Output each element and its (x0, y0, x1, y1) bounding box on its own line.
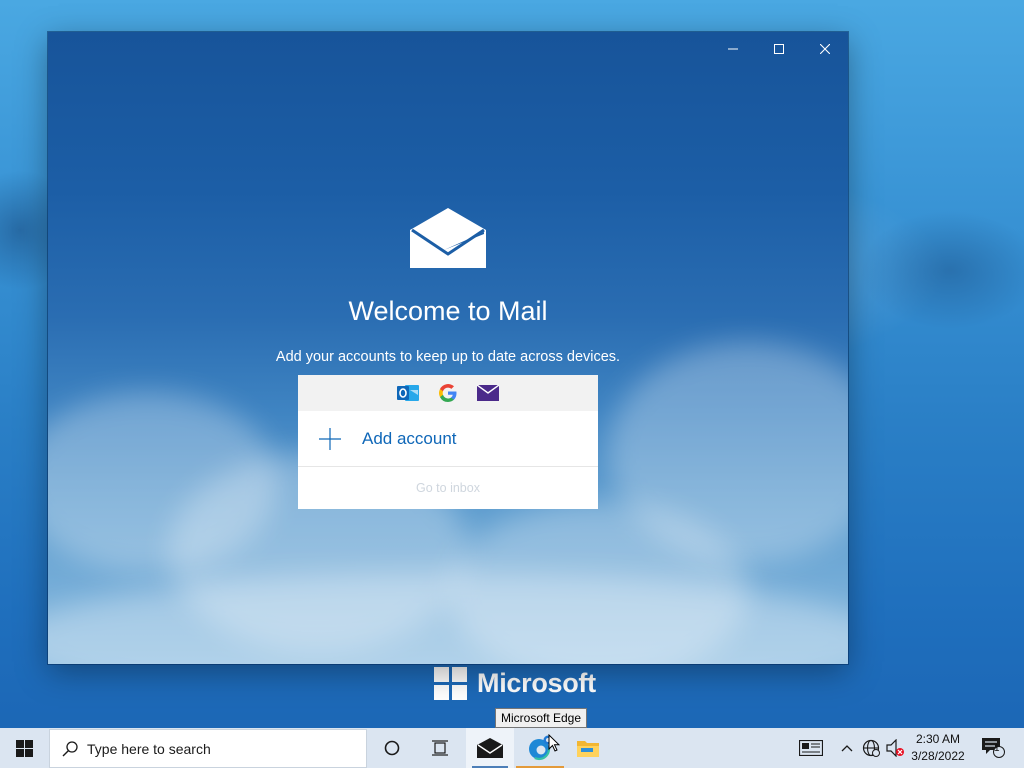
microsoft-logo-icon (434, 666, 467, 700)
maximize-button[interactable] (756, 32, 802, 66)
show-hidden-icons-button[interactable] (838, 728, 856, 768)
mouse-cursor-icon (548, 734, 560, 752)
outlook-icon (397, 382, 419, 404)
volume-muted-icon (886, 739, 904, 757)
task-view-button[interactable] (416, 728, 464, 768)
network-button[interactable] (861, 728, 881, 768)
notification-icon (982, 738, 1005, 758)
task-view-icon (432, 740, 448, 756)
minimize-icon (728, 48, 738, 50)
title-bar[interactable] (48, 32, 848, 66)
network-icon (862, 739, 880, 757)
mail-window: Welcome to Mail Add your accounts to kee… (48, 32, 848, 664)
news-button[interactable] (796, 728, 826, 768)
add-account-button[interactable]: Add account (298, 411, 598, 467)
search-placeholder: Type here to search (87, 740, 211, 757)
volume-button[interactable] (884, 728, 906, 768)
microsoft-brand: Microsoft (434, 666, 596, 700)
chevron-up-icon (841, 745, 853, 752)
action-center-button[interactable]: 1 (978, 728, 1008, 768)
google-icon (437, 382, 459, 404)
notification-count-badge: 1 (994, 743, 1000, 754)
system-clock[interactable]: 2:30 AM 3/28/2022 (906, 731, 970, 765)
news-icon (799, 740, 823, 756)
file-explorer-button[interactable] (564, 728, 612, 768)
close-button[interactable] (802, 32, 848, 66)
search-icon (62, 740, 78, 756)
desktop-wallpaper-shade (860, 210, 1024, 330)
mail-taskbar-button[interactable] (466, 728, 514, 768)
add-account-label: Add account (362, 428, 457, 448)
account-panel: Add account Go to inbox (298, 375, 598, 509)
plus-icon (319, 427, 341, 450)
start-button[interactable] (0, 728, 48, 768)
taskbar: Type here to search 2:30 AM 3/28/2022 1 (0, 728, 1024, 768)
minimize-button[interactable] (710, 32, 756, 66)
file-explorer-icon (577, 741, 599, 757)
go-to-inbox-link[interactable]: Go to inbox (298, 467, 598, 508)
close-icon (820, 44, 830, 54)
taskbar-search-box[interactable]: Type here to search (49, 729, 367, 768)
welcome-title: Welcome to Mail (348, 296, 548, 326)
mail-app-icon (477, 738, 503, 758)
cortana-button[interactable] (368, 728, 416, 768)
clock-time: 2:30 AM (915, 732, 961, 746)
mail-icon (477, 382, 499, 404)
microsoft-wordmark: Microsoft (477, 667, 596, 698)
mail-envelope-icon (410, 208, 486, 268)
edge-tooltip: Microsoft Edge (495, 708, 588, 728)
maximize-icon (774, 44, 784, 54)
welcome-subtitle: Add your accounts to keep up to date acr… (275, 349, 621, 365)
provider-strip (298, 375, 598, 411)
windows-icon (15, 739, 33, 757)
clock-date: 3/28/2022 (911, 749, 965, 763)
cortana-icon (384, 740, 400, 756)
